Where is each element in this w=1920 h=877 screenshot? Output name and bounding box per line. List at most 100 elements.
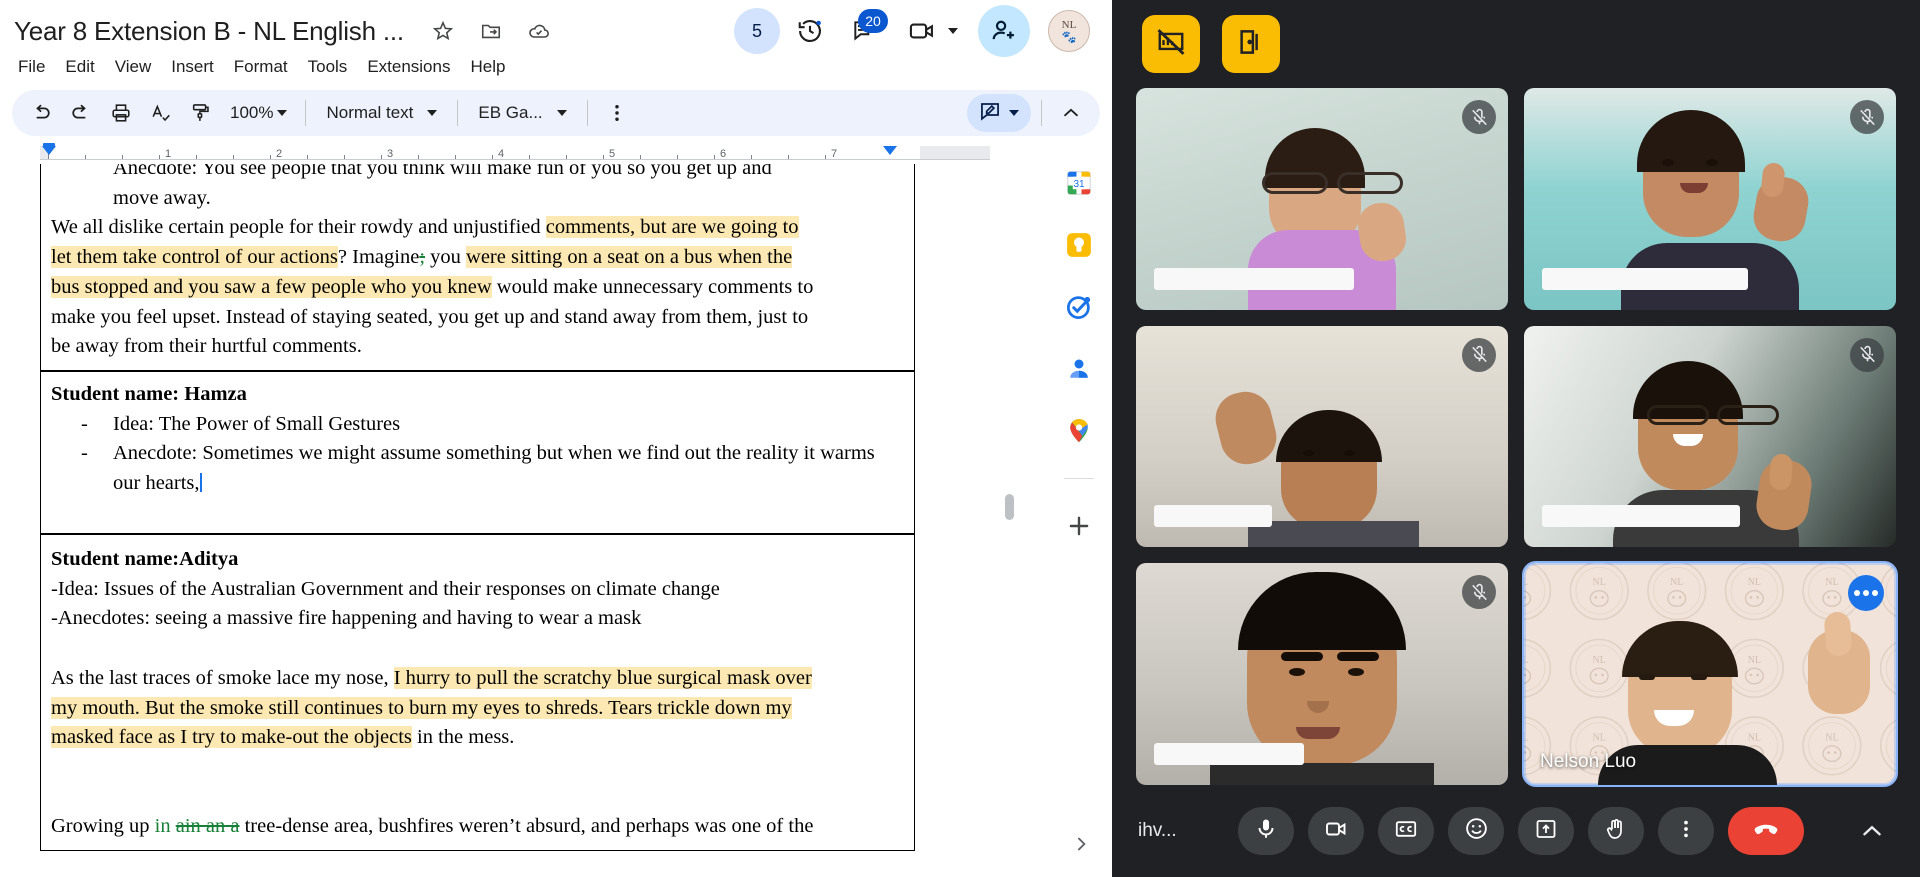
document-canvas[interactable]: Anecdote: You see people that you think … — [0, 164, 1112, 877]
video-camera-icon[interactable] — [898, 7, 946, 55]
name-placeholder-bar — [1542, 267, 1748, 290]
ruler-number: 1 — [164, 148, 172, 160]
cloud-saved-icon[interactable] — [526, 18, 552, 44]
mute-icon[interactable] — [1462, 100, 1496, 134]
menu-view[interactable]: View — [105, 54, 162, 80]
stop-presenting-button[interactable] — [1142, 15, 1200, 73]
docs-header: Year 8 Extension B - NL English ... 5 20… — [0, 0, 1112, 86]
mute-icon[interactable] — [1850, 337, 1884, 372]
print-icon[interactable] — [102, 94, 140, 132]
contacts-icon[interactable] — [1064, 354, 1094, 384]
text-cursor — [199, 473, 202, 493]
doc-text: We all dislike certain people for their … — [51, 216, 546, 239]
doc-block-hamza[interactable]: Student name: Hamza - Idea: The Power of… — [40, 371, 915, 534]
maps-icon[interactable] — [1064, 416, 1094, 446]
toolbar-divider — [457, 100, 459, 126]
microphone-button[interactable] — [1238, 807, 1294, 855]
ruler-number: 2 — [275, 148, 283, 160]
menu-edit[interactable]: Edit — [55, 54, 104, 80]
menu-extensions[interactable]: Extensions — [357, 54, 460, 80]
comments-icon[interactable]: 20 — [840, 7, 888, 55]
mute-icon[interactable] — [1850, 100, 1884, 134]
menu-file[interactable]: File — [8, 54, 55, 80]
more-options-icon[interactable] — [598, 94, 636, 132]
calendar-icon[interactable]: 31 — [1064, 168, 1094, 198]
participant-tile[interactable] — [1524, 325, 1896, 548]
doc-block-aditya[interactable]: Student name:Aditya -Idea: Issues of the… — [40, 533, 915, 852]
google-meet-pane: NL Nelso — [1112, 0, 1920, 877]
google-docs-pane: Year 8 Extension B - NL English ... 5 20… — [0, 0, 1112, 877]
avatar[interactable]: NL 🐾 — [1048, 10, 1090, 52]
document-page[interactable]: Anecdote: You see people that you think … — [40, 164, 915, 877]
doc-text: tree-dense area, bushfires weren’t absur… — [239, 815, 814, 838]
add-person-button[interactable] — [978, 5, 1030, 57]
participant-name: Nelson Luo — [1540, 751, 1637, 772]
doc-blank-line — [51, 499, 904, 525]
title-icon-group — [430, 18, 552, 44]
participant-tile-active[interactable]: NL Nelso — [1522, 561, 1898, 787]
raise-hand-button[interactable] — [1588, 807, 1644, 855]
paint-format-icon[interactable] — [182, 94, 220, 132]
move-to-folder-icon[interactable] — [478, 18, 504, 44]
participant-tile[interactable] — [1136, 563, 1508, 785]
meet-top-bar — [1112, 0, 1920, 88]
version-history-icon[interactable] — [786, 7, 834, 55]
collapse-toolbar-icon[interactable] — [1052, 94, 1090, 132]
expand-panel-icon[interactable] — [1850, 809, 1894, 853]
mute-icon[interactable] — [1462, 337, 1496, 372]
reactions-button[interactable] — [1448, 807, 1504, 855]
doc-text-highlighted: let them take control of our actions — [51, 246, 338, 269]
paragraph-style-dropdown[interactable]: Normal text — [316, 95, 447, 131]
avatar-initials: NL — [1061, 18, 1077, 31]
participant-tile[interactable] — [1524, 88, 1896, 310]
meet-camera-button[interactable] — [894, 7, 962, 55]
doc-bullet: - Idea: The Power of Small Gestures — [51, 410, 904, 440]
menu-format[interactable]: Format — [224, 54, 298, 80]
undo-icon[interactable] — [22, 94, 60, 132]
more-options-button[interactable] — [1658, 807, 1714, 855]
first-line-indent-marker[interactable] — [43, 143, 55, 148]
chevron-down-icon — [1009, 110, 1019, 116]
menu-bar: File Edit View Insert Format Tools Exten… — [0, 54, 1112, 86]
doc-suggestion-deletion: ain an a — [175, 815, 240, 838]
camera-button[interactable] — [1308, 807, 1364, 855]
add-addon-icon[interactable] — [1064, 511, 1094, 541]
doc-line: We all dislike certain people for their … — [51, 213, 904, 243]
keep-icon[interactable] — [1064, 230, 1094, 260]
menu-tools[interactable]: Tools — [298, 54, 358, 80]
captions-button[interactable] — [1378, 807, 1434, 855]
version-count-badge[interactable]: 5 — [734, 8, 780, 54]
menu-insert[interactable]: Insert — [161, 54, 224, 80]
redo-icon[interactable] — [62, 94, 100, 132]
doc-bullet: - Anecdote: Sometimes we might assume so… — [51, 439, 904, 498]
name-placeholder-bar — [1542, 505, 1740, 528]
document-scrollbar[interactable] — [1005, 494, 1014, 520]
doc-suggestion-insertion: in — [154, 815, 176, 838]
chevron-down-icon[interactable] — [948, 28, 958, 34]
ruler-track[interactable]: 1 2 3 4 5 6 7 — [40, 143, 990, 160]
toolbar-divider — [1041, 100, 1042, 126]
present-button[interactable] — [1518, 807, 1574, 855]
doc-blank-line — [51, 753, 904, 783]
star-icon[interactable] — [430, 18, 456, 44]
expand-side-panel-icon[interactable] — [1066, 829, 1096, 859]
spelling-grammar-icon[interactable] — [142, 94, 180, 132]
ruler-number: 4 — [497, 148, 505, 160]
tasks-icon[interactable] — [1064, 292, 1094, 322]
stop-presenting-icon — [1156, 27, 1186, 62]
participant-tile[interactable] — [1136, 88, 1508, 310]
leave-call-button[interactable] — [1728, 807, 1804, 855]
zoom-level-dropdown[interactable]: 100% — [222, 95, 295, 131]
leave-room-button[interactable] — [1222, 15, 1280, 73]
doc-text-highlighted: masked face as I try to make-out the obj… — [51, 726, 412, 749]
right-indent-marker[interactable] — [883, 146, 897, 155]
doc-block-top[interactable]: Anecdote: You see people that you think … — [40, 164, 915, 372]
ruler[interactable]: 1 2 3 4 5 6 7 — [0, 142, 1112, 164]
menu-help[interactable]: Help — [460, 54, 515, 80]
side-panel-rail: 31 — [1044, 150, 1112, 877]
editing-mode-button[interactable] — [967, 94, 1031, 132]
chevron-down-icon — [427, 110, 438, 116]
page-title[interactable]: Year 8 Extension B - NL English ... — [14, 16, 404, 47]
participant-tile[interactable] — [1136, 325, 1508, 548]
font-dropdown[interactable]: EB Ga... — [468, 95, 576, 131]
